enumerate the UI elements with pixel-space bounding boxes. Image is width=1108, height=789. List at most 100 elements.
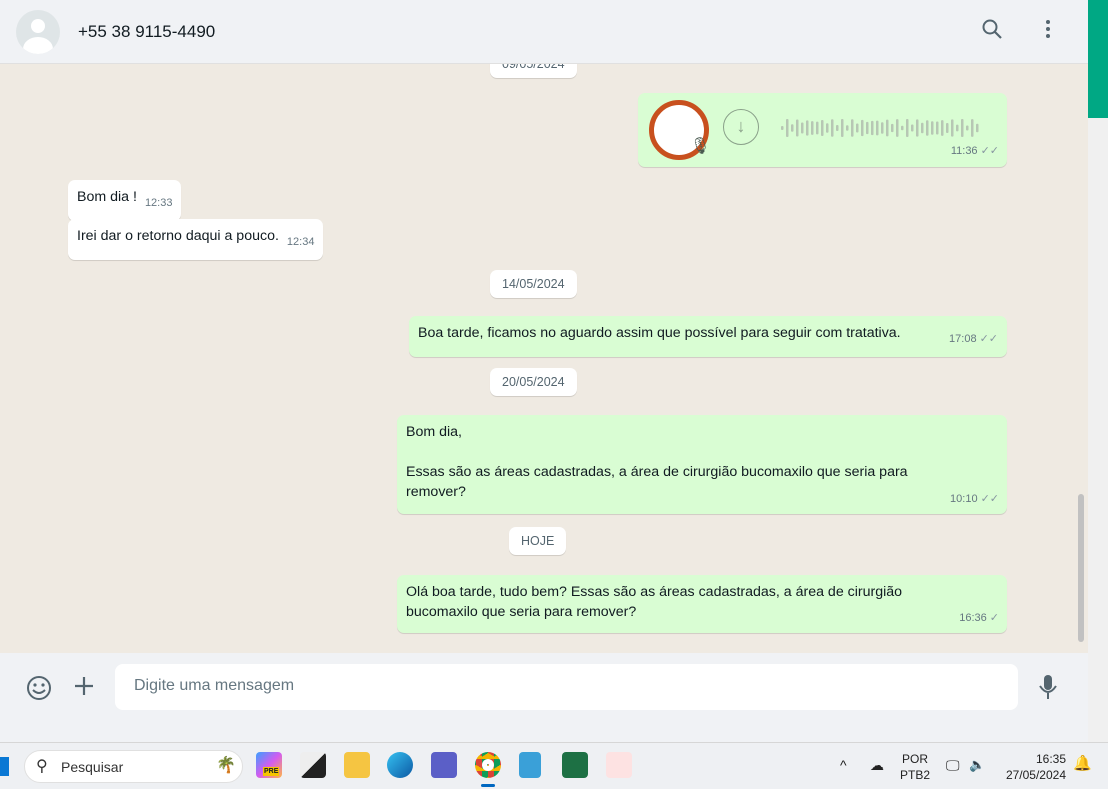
pre-badge: PRE xyxy=(263,767,280,776)
window-scrollbar[interactable] xyxy=(1088,0,1108,745)
waveform-bar xyxy=(866,121,869,135)
waveform-bar xyxy=(846,125,849,131)
incoming-message: Bom dia ! 12:33 xyxy=(68,180,182,221)
clock[interactable]: 16:35 27/05/2024 xyxy=(1002,751,1066,783)
waveform-bar xyxy=(951,119,954,137)
chat-scrollbar[interactable] xyxy=(1078,494,1084,642)
waveform-bar xyxy=(791,124,794,132)
outgoing-message: Bom dia, Essas são as áreas cadastradas,… xyxy=(397,415,1007,514)
waveform-bar xyxy=(836,124,839,132)
waveform-bar xyxy=(841,119,844,137)
waveform-bar xyxy=(821,119,824,137)
plus-icon[interactable] xyxy=(73,675,95,700)
message-time: 12:33 xyxy=(144,197,173,209)
waveform-bar xyxy=(811,121,814,135)
message-text: Irei dar o retorno daqui a pouco. xyxy=(77,228,279,244)
notepad-icon[interactable] xyxy=(519,752,541,778)
message-time: 16:36 xyxy=(959,612,987,624)
edge-icon[interactable] xyxy=(387,752,413,778)
message-list: 09/05/2024 🎙 ↓ 11:36 ✓✓ Bom dia ! 12:33 Ir… xyxy=(0,64,1088,653)
message-time: 12:34 xyxy=(286,236,315,248)
copilot-icon[interactable]: PRE xyxy=(256,752,282,778)
message-text: Boa tarde, ficamos no aguardo assim que … xyxy=(418,325,901,341)
waveform-bar xyxy=(801,122,804,134)
network-icon[interactable]: 🖵 xyxy=(946,757,960,773)
file-explorer-icon[interactable] xyxy=(344,752,370,778)
waveform-bar xyxy=(911,124,914,132)
waveform-bar xyxy=(826,123,829,133)
waveform-bar xyxy=(886,119,889,137)
waveform-bar xyxy=(976,123,979,133)
waveform-bar xyxy=(876,120,879,136)
teams-icon[interactable] xyxy=(431,752,457,778)
waveform-bar xyxy=(941,120,944,136)
message-text: Bom dia ! xyxy=(77,189,137,205)
menu-icon[interactable] xyxy=(1044,18,1052,46)
date-divider: 20/05/2024 xyxy=(490,368,577,396)
audio-message: 🎙 ↓ 11:36 ✓✓ xyxy=(638,93,1007,167)
waveform-bar xyxy=(936,121,939,135)
date-divider: 14/05/2024 xyxy=(490,270,577,298)
taskbar: ⚲ Pesquisar 🌴 PRE ^ ☁ POR PTB2 🖵 🔈 16:35 27/… xyxy=(0,742,1108,789)
waveform-bar xyxy=(906,119,909,137)
search-icon: ⚲ xyxy=(36,758,48,775)
message-time: 11:36 xyxy=(950,145,978,157)
search-label: Pesquisar xyxy=(61,759,124,775)
waveform-bar xyxy=(926,120,929,136)
waveform-bar xyxy=(956,124,959,132)
message-text: Olá boa tarde, tudo bem? Essas são as ár… xyxy=(406,584,903,620)
mic-icon[interactable] xyxy=(1038,674,1058,703)
message-text: Bom dia, xyxy=(406,424,462,440)
double-check-icon: ✓✓ xyxy=(980,145,999,157)
start-icon[interactable] xyxy=(0,757,9,776)
waveform-bar xyxy=(971,119,974,137)
contact-name[interactable]: +55 38 9115-4490 xyxy=(78,22,215,42)
taskbar-search[interactable]: ⚲ Pesquisar 🌴 xyxy=(24,750,243,783)
message-time: 10:10 xyxy=(950,493,978,505)
waveform-bar xyxy=(781,126,784,130)
composer: Digite uma mensagem xyxy=(0,653,1088,721)
double-check-icon: ✓✓ xyxy=(980,493,999,505)
waveform-bar xyxy=(921,122,924,134)
excel-icon[interactable] xyxy=(562,752,588,778)
waveform-bar xyxy=(961,119,964,137)
waveform-bar xyxy=(871,120,874,136)
emoji-icon[interactable] xyxy=(26,675,52,704)
language-indicator[interactable]: POR PTB2 xyxy=(900,751,930,783)
volume-icon[interactable]: 🔈 xyxy=(969,757,985,773)
check-icon: ✓ xyxy=(989,612,999,624)
waveform-bar xyxy=(896,119,899,137)
waveform-bar xyxy=(966,125,969,131)
waveform-bar xyxy=(806,120,809,136)
search-icon[interactable] xyxy=(981,18,1003,46)
waveform-bar xyxy=(796,119,799,137)
waveform-bar xyxy=(916,119,919,137)
date-divider: 09/05/2024 xyxy=(490,64,577,78)
waveform-bar xyxy=(891,123,894,133)
audio-waveform[interactable] xyxy=(781,117,986,139)
chrome-icon[interactable] xyxy=(475,752,501,778)
waveform-bar xyxy=(901,125,904,131)
message-time: 17:08 xyxy=(949,333,977,345)
waveform-bar xyxy=(816,121,819,135)
snipping-tool-icon[interactable] xyxy=(606,752,632,778)
chat-header: +55 38 9115-4490 xyxy=(0,0,1088,64)
waveform-bar xyxy=(831,119,834,137)
app-icon[interactable] xyxy=(300,752,326,778)
waveform-bar xyxy=(856,123,859,133)
download-icon[interactable]: ↓ xyxy=(723,109,759,145)
double-check-icon: ✓✓ xyxy=(979,333,998,345)
waveform-bar xyxy=(786,119,789,137)
outgoing-message: Boa tarde, ficamos no aguardo assim que … xyxy=(409,316,1007,357)
chevron-up-icon[interactable]: ^ xyxy=(840,757,847,773)
waveform-bar xyxy=(931,121,934,135)
bell-icon[interactable]: 🔔 xyxy=(1073,756,1092,772)
mic-icon: 🎙 xyxy=(690,138,711,155)
message-input[interactable]: Digite uma mensagem xyxy=(115,664,1018,710)
cloud-offline-icon[interactable]: ☁ xyxy=(870,757,884,773)
avatar[interactable] xyxy=(16,9,60,54)
outgoing-message: Olá boa tarde, tudo bem? Essas são as ár… xyxy=(397,575,1007,633)
waveform-bar xyxy=(881,122,884,134)
message-text: Essas são as áreas cadastradas, a área d… xyxy=(406,464,908,500)
waveform-bar xyxy=(851,119,854,137)
